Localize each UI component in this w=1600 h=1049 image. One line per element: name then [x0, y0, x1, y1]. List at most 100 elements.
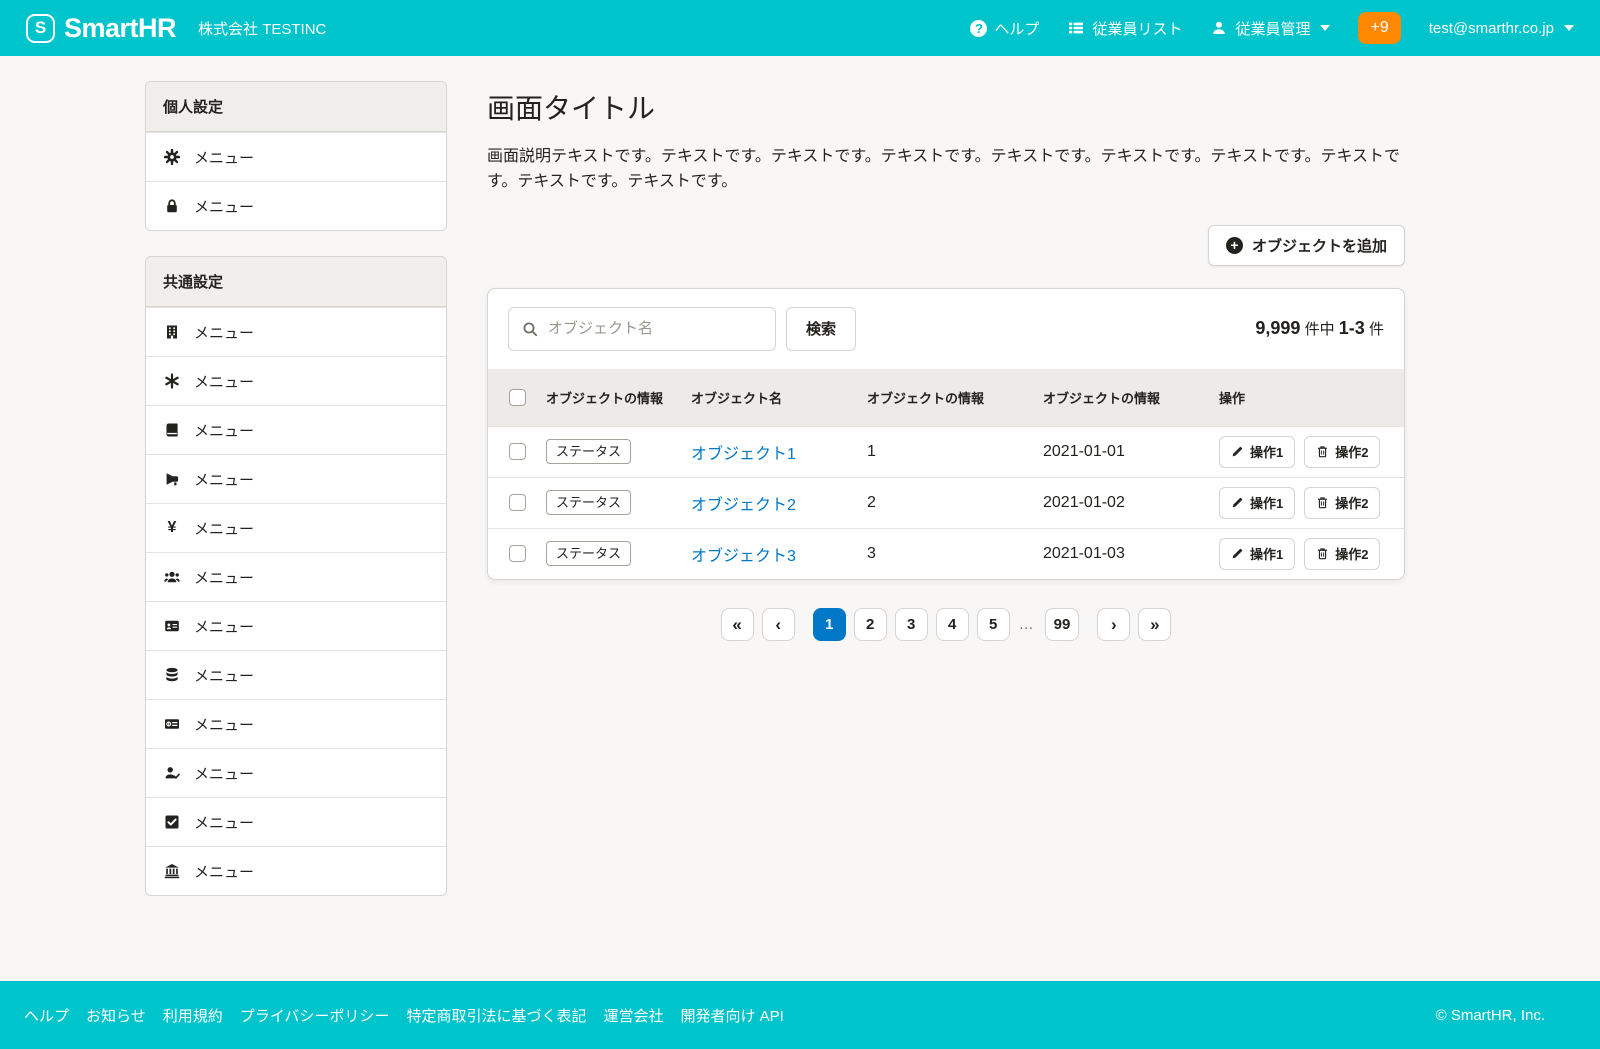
sidebar-item-label: メニュー — [194, 861, 254, 882]
footer-link[interactable]: 開発者向け API — [680, 1005, 783, 1026]
users-icon — [163, 569, 181, 585]
sidebar-item[interactable]: メニュー — [146, 181, 446, 230]
yen-icon: ¥ — [163, 520, 181, 536]
company-name: 株式会社 TESTINC — [198, 18, 326, 39]
sidebar-item[interactable]: メニュー — [146, 132, 446, 181]
sidebar-item-label: メニュー — [194, 371, 254, 392]
delete-action-button[interactable]: 操作2 — [1304, 538, 1380, 570]
sidebar-item[interactable]: メニュー — [146, 846, 446, 895]
trash-icon — [1316, 445, 1329, 458]
check-square-icon — [163, 814, 181, 830]
sidebar-item-label: メニュー — [194, 420, 254, 441]
first-page-button[interactable]: « — [721, 608, 754, 641]
search-box — [508, 307, 776, 351]
building-icon — [163, 324, 181, 340]
add-object-button[interactable]: + オブジェクトを追加 — [1208, 225, 1405, 266]
sidebar-item[interactable]: メニュー — [146, 307, 446, 356]
column-header: 操作 — [1207, 369, 1404, 427]
sidebar-item[interactable]: メニュー — [146, 405, 446, 454]
notification-badge[interactable]: +9 — [1358, 12, 1400, 44]
sidebar-item[interactable]: メニュー — [146, 650, 446, 699]
column-header: オブジェクトの情報 — [534, 369, 679, 427]
edit-action-button[interactable]: 操作1 — [1219, 487, 1295, 519]
page-title: 画面タイトル — [487, 87, 1405, 127]
page-button[interactable]: 3 — [895, 608, 928, 641]
sidebar: 個人設定メニューメニュー共通設定メニューメニューメニューメニュー¥メニューメニュ… — [145, 81, 447, 921]
result-count: 9,999 件中 1-3 件 — [1255, 318, 1384, 339]
page-button[interactable]: 5 — [977, 608, 1010, 641]
sidebar-item[interactable]: メニュー — [146, 454, 446, 503]
sidebar-item[interactable]: メニュー — [146, 748, 446, 797]
pagination-ellipsis: … — [1018, 616, 1037, 633]
page-button[interactable]: 2 — [854, 608, 887, 641]
brand-name: SmartHR — [64, 13, 176, 44]
prev-page-button[interactable]: ‹ — [762, 608, 795, 641]
page-button[interactable]: 99 — [1045, 608, 1080, 641]
sidebar-item-label: メニュー — [194, 665, 254, 686]
pencil-icon — [1231, 496, 1244, 509]
sidebar-item-label: メニュー — [194, 714, 254, 735]
sidebar-item-label: メニュー — [194, 763, 254, 784]
page-button[interactable]: 1 — [813, 608, 846, 641]
footer-link[interactable]: プライバシーポリシー — [240, 1005, 390, 1026]
row-checkbox[interactable] — [509, 545, 526, 562]
page-button[interactable]: 4 — [936, 608, 969, 641]
app-footer: ヘルプお知らせ利用規約プライバシーポリシー特定商取引法に基づく表記運営会社開発者… — [0, 981, 1600, 1049]
search-icon — [521, 321, 539, 337]
sidebar-item[interactable]: メニュー — [146, 699, 446, 748]
sidebar-item[interactable]: ¥メニュー — [146, 503, 446, 552]
delete-action-button[interactable]: 操作2 — [1304, 436, 1380, 468]
sidebar-item[interactable]: メニュー — [146, 356, 446, 405]
object-link[interactable]: オブジェクト2 — [691, 497, 796, 514]
sidebar-item-label: メニュー — [194, 469, 254, 490]
sidebar-item[interactable]: メニュー — [146, 552, 446, 601]
footer-links: ヘルプお知らせ利用規約プライバシーポリシー特定商取引法に基づく表記運営会社開発者… — [24, 1005, 784, 1026]
gear-icon — [163, 149, 181, 165]
sidebar-item-label: メニュー — [194, 567, 254, 588]
sidebar-section-title: 共通設定 — [146, 257, 446, 307]
account-menu[interactable]: test@smarthr.co.jp — [1429, 20, 1574, 37]
table-row: ステータスオブジェクト332021-01-03操作1操作2 — [488, 528, 1404, 579]
footer-link[interactable]: 利用規約 — [163, 1005, 223, 1026]
list-icon — [1067, 20, 1085, 36]
search-input[interactable] — [548, 320, 763, 337]
sidebar-section-title: 個人設定 — [146, 82, 446, 132]
sidebar-item-label: メニュー — [194, 812, 254, 833]
footer-link[interactable]: ヘルプ — [24, 1005, 69, 1026]
last-page-button[interactable]: » — [1138, 608, 1171, 641]
object-link[interactable]: オブジェクト1 — [691, 446, 796, 463]
sidebar-item-label: メニュー — [194, 147, 254, 168]
object-info-cell: 2 — [855, 477, 1031, 528]
status-badge: ステータス — [546, 541, 631, 567]
pagination: «‹ 12345 … 99 ›» — [487, 608, 1405, 641]
employee-admin-menu[interactable]: 従業員管理 — [1210, 18, 1330, 39]
footer-link[interactable]: お知らせ — [86, 1005, 146, 1026]
sidebar-item-label: メニュー — [194, 322, 254, 343]
edit-action-button[interactable]: 操作1 — [1219, 436, 1295, 468]
delete-action-button[interactable]: 操作2 — [1304, 487, 1380, 519]
sidebar-item[interactable]: メニュー — [146, 601, 446, 650]
footer-link[interactable]: 運営会社 — [603, 1005, 663, 1026]
object-link[interactable]: オブジェクト3 — [691, 548, 796, 565]
trash-icon — [1316, 547, 1329, 560]
search-button[interactable]: 検索 — [786, 307, 856, 351]
pencil-icon — [1231, 547, 1244, 560]
row-checkbox[interactable] — [509, 494, 526, 511]
footer-link[interactable]: 特定商取引法に基づく表記 — [406, 1005, 586, 1026]
column-header: オブジェクトの情報 — [855, 369, 1031, 427]
app-header: S SmartHR 株式会社 TESTINC ? ヘルプ 従業員リスト 従業員管… — [0, 0, 1600, 56]
smarthr-logo[interactable]: S SmartHR — [26, 13, 176, 44]
account-email: test@smarthr.co.jp — [1429, 20, 1554, 37]
help-link[interactable]: ? ヘルプ — [970, 18, 1039, 39]
sidebar-section: 共通設定メニューメニューメニューメニュー¥メニューメニューメニューメニューメニュ… — [145, 256, 447, 896]
object-table: オブジェクトの情報 オブジェクト名 オブジェクトの情報 オブジェクトの情報 操作… — [488, 369, 1404, 579]
table-row: ステータスオブジェクト112021-01-01操作1操作2 — [488, 426, 1404, 477]
employee-list-link[interactable]: 従業員リスト — [1067, 18, 1182, 39]
sidebar-item[interactable]: メニュー — [146, 797, 446, 846]
table-header-row: オブジェクトの情報 オブジェクト名 オブジェクトの情報 オブジェクトの情報 操作 — [488, 369, 1404, 427]
lock-icon — [163, 198, 181, 214]
select-all-checkbox[interactable] — [509, 389, 526, 406]
edit-action-button[interactable]: 操作1 — [1219, 538, 1295, 570]
next-page-button[interactable]: › — [1097, 608, 1130, 641]
row-checkbox[interactable] — [509, 443, 526, 460]
